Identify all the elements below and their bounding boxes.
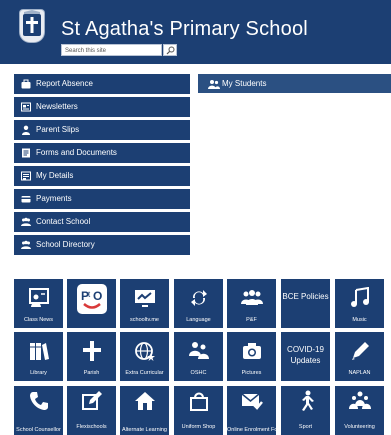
runner-icon bbox=[301, 390, 314, 411]
person-icon bbox=[22, 125, 30, 135]
edit-icon bbox=[81, 391, 102, 410]
menu-item-contact-school[interactable]: Contact School bbox=[14, 212, 190, 232]
menu-item-label: Payments bbox=[36, 194, 72, 203]
menu-item-forms-documents[interactable]: Forms and Documents bbox=[14, 143, 190, 163]
tile-label: schooltv.me bbox=[130, 317, 159, 323]
tile-label: Uniform Shop bbox=[181, 424, 216, 430]
family-icon bbox=[188, 342, 209, 359]
tile-label: Class News bbox=[23, 317, 54, 323]
tile-class-news[interactable]: Class News bbox=[14, 279, 63, 328]
pencil-icon bbox=[351, 342, 369, 360]
tile-label: Music bbox=[352, 317, 367, 323]
tile-covid-updates[interactable]: COVID-19 Updates bbox=[281, 332, 330, 381]
id-card-icon bbox=[21, 171, 31, 181]
tile-online-enrolment[interactable]: Online Enrolment Form bbox=[227, 386, 276, 435]
menu-item-label: Parent Slips bbox=[36, 125, 80, 134]
tile-label: Online Enrolment Form bbox=[227, 427, 276, 433]
newspaper-icon bbox=[21, 102, 31, 112]
tile-flexischools[interactable]: Flexischools bbox=[67, 386, 116, 435]
search-input[interactable]: Search this site bbox=[61, 44, 162, 56]
tile-school-counsellor[interactable]: School Counsellor bbox=[14, 386, 63, 435]
menu-item-label: Forms and Documents bbox=[36, 148, 117, 157]
svg-text:O: O bbox=[93, 289, 102, 303]
tile-text: BCE Policies bbox=[282, 292, 329, 301]
tile-label: OSHC bbox=[190, 370, 207, 376]
people-icon bbox=[240, 290, 263, 305]
tile-label: Parish bbox=[83, 370, 100, 376]
globe-star-icon bbox=[134, 342, 155, 361]
menu-item-school-directory[interactable]: School Directory bbox=[14, 235, 190, 255]
menu-item-label: My Details bbox=[36, 171, 74, 180]
my-students-bar[interactable]: My Students bbox=[198, 74, 391, 93]
tile-label: Sport bbox=[298, 424, 313, 430]
volunteers-icon bbox=[348, 391, 371, 409]
search-button[interactable] bbox=[163, 44, 177, 56]
menu-item-payments[interactable]: Payments bbox=[14, 189, 190, 209]
menu-item-label: Report Absence bbox=[36, 79, 93, 88]
camera-icon bbox=[242, 343, 261, 359]
tile-pandf[interactable]: P&F bbox=[227, 279, 276, 328]
tile-bce-policies[interactable]: BCE Policies bbox=[281, 279, 330, 328]
site-header: St Agatha's Primary School Search this s… bbox=[0, 0, 391, 64]
home-icon bbox=[134, 392, 155, 410]
envelope-check-icon bbox=[241, 393, 263, 410]
tile-label: Volunteering bbox=[344, 424, 375, 430]
menu-item-label: Newsletters bbox=[36, 102, 78, 111]
tile-label: Alternate Learning bbox=[122, 427, 167, 433]
menu-item-label: Contact School bbox=[36, 217, 91, 226]
tile-library[interactable]: Library bbox=[14, 332, 63, 381]
tile-text: COVID-19 Updates bbox=[287, 345, 324, 365]
tile-pictures[interactable]: Pictures bbox=[227, 332, 276, 381]
language-icon bbox=[190, 290, 207, 306]
tile-extra-curricular[interactable]: Extra Curricular bbox=[120, 332, 169, 381]
music-note-icon bbox=[350, 287, 369, 307]
books-icon bbox=[29, 343, 49, 360]
tile-schooltv[interactable]: schooltv.me bbox=[120, 279, 169, 328]
school-crest-icon[interactable] bbox=[20, 10, 44, 42]
sidebar-menu: Report Absence Newsletters Parent Slips … bbox=[14, 74, 190, 258]
search-icon bbox=[166, 46, 175, 55]
tile-label: Extra Curricular bbox=[125, 370, 164, 376]
group-icon bbox=[21, 240, 31, 249]
credit-card-icon bbox=[21, 196, 31, 203]
group-icon bbox=[21, 217, 31, 226]
tile-language[interactable]: Language bbox=[174, 279, 223, 328]
menu-item-report-absence[interactable]: Report Absence bbox=[14, 74, 190, 94]
tile-label: Library bbox=[30, 370, 47, 376]
schooltv-icon bbox=[134, 290, 155, 307]
menu-item-label: School Directory bbox=[36, 240, 95, 249]
phone-icon bbox=[29, 392, 48, 410]
school-title[interactable]: St Agatha's Primary School bbox=[61, 18, 308, 41]
my-students-label: My Students bbox=[222, 79, 267, 88]
tile-uniform-shop[interactable]: Uniform Shop bbox=[174, 386, 223, 435]
tile-label: Flexischools bbox=[76, 424, 107, 430]
tile-music[interactable]: Music bbox=[335, 279, 384, 328]
document-icon bbox=[22, 148, 30, 158]
tile-sport[interactable]: Sport bbox=[281, 386, 330, 435]
tile-pto[interactable]: P t O bbox=[67, 279, 116, 328]
tile-volunteering[interactable]: Volunteering bbox=[335, 386, 384, 435]
tile-label: NAPLAN bbox=[348, 370, 371, 376]
shopping-bag-icon bbox=[189, 392, 208, 411]
briefcase-icon bbox=[21, 79, 31, 89]
class-news-icon bbox=[28, 288, 49, 307]
menu-item-newsletters[interactable]: Newsletters bbox=[14, 97, 190, 117]
tile-alternate-learning[interactable]: Alternate Learning bbox=[120, 386, 169, 435]
menu-item-parent-slips[interactable]: Parent Slips bbox=[14, 120, 190, 140]
tile-parish[interactable]: Parish bbox=[67, 332, 116, 381]
users-icon bbox=[208, 80, 220, 89]
menu-item-my-details[interactable]: My Details bbox=[14, 166, 190, 186]
svg-text:t: t bbox=[88, 290, 91, 299]
pto-logo-icon: P t O bbox=[76, 284, 107, 314]
tile-naplan[interactable]: NAPLAN bbox=[335, 332, 384, 381]
cross-icon bbox=[82, 341, 101, 361]
tile-label: Pictures bbox=[241, 370, 262, 376]
tile-label: Language bbox=[186, 317, 211, 323]
tile-label: School Counsellor bbox=[16, 427, 61, 433]
tile-label: P&F bbox=[246, 317, 257, 323]
tile-oshc[interactable]: OSHC bbox=[174, 332, 223, 381]
